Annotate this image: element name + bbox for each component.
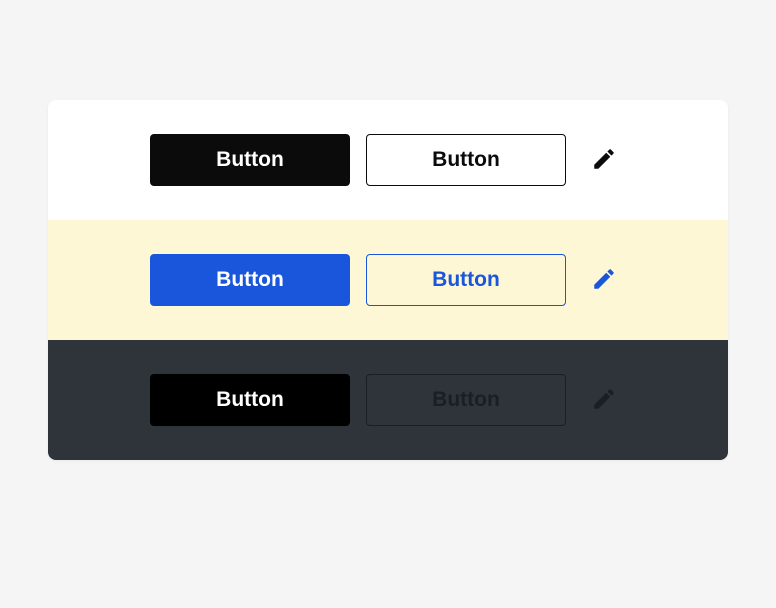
pencil-icon <box>591 146 617 175</box>
variant-row-primary: Button Button <box>48 220 728 340</box>
button-filled-default[interactable]: Button <box>150 134 350 186</box>
edit-button-default[interactable] <box>582 138 626 182</box>
button-label: Button <box>216 268 284 292</box>
button-label: Button <box>216 148 284 172</box>
button-outline-default[interactable]: Button <box>366 134 566 186</box>
button-label: Button <box>432 268 500 292</box>
edit-button-primary[interactable] <box>582 258 626 302</box>
button-outline-primary[interactable]: Button <box>366 254 566 306</box>
button-variants-card: Button Button Button Button Button <box>48 100 728 460</box>
pencil-icon <box>591 386 617 415</box>
button-label: Button <box>432 148 500 172</box>
button-label: Button <box>216 388 284 412</box>
pencil-icon <box>591 266 617 295</box>
button-filled-dark[interactable]: Button <box>150 374 350 426</box>
button-outline-dark[interactable]: Button <box>366 374 566 426</box>
variant-row-dark: Button Button <box>48 340 728 460</box>
button-filled-primary[interactable]: Button <box>150 254 350 306</box>
edit-button-dark[interactable] <box>582 378 626 422</box>
button-label: Button <box>432 388 500 412</box>
variant-row-default: Button Button <box>48 100 728 220</box>
